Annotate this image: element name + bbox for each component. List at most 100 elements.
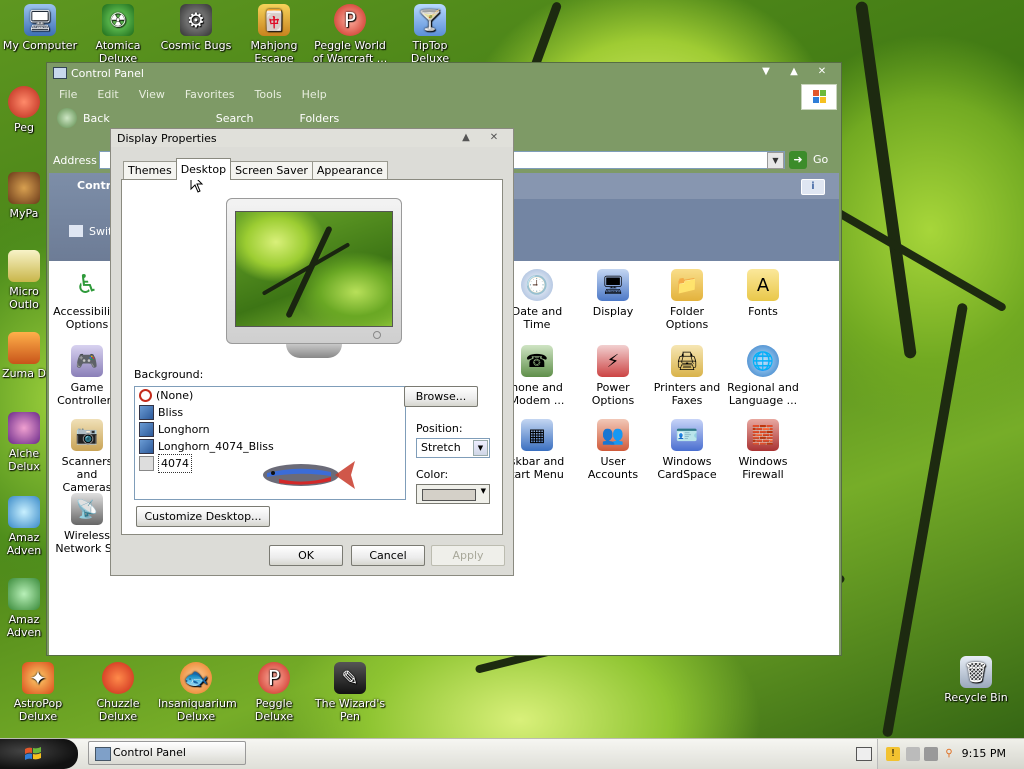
- search-button[interactable]: Search: [216, 112, 254, 125]
- windows-logo: [801, 84, 837, 110]
- firewall-icon: 🧱: [747, 419, 779, 451]
- menu-help[interactable]: Help: [302, 88, 327, 101]
- desktop-icon-label: Amaz Adven: [6, 613, 42, 639]
- browse-button[interactable]: Browse...: [404, 386, 478, 407]
- desktop-icon-astropop[interactable]: ✦ AstroPop Deluxe: [0, 662, 76, 723]
- control-panel-titlebar[interactable]: Control Panel: [47, 63, 841, 83]
- switch-view-icon: [69, 225, 83, 237]
- tab-screen-saver[interactable]: Screen Saver: [230, 161, 313, 180]
- cp-item-label: skbar and tart Menu: [509, 455, 565, 481]
- go-arrow-icon[interactable]: ➜: [789, 151, 807, 169]
- desktop-icon-tiptop[interactable]: 🍸 TipTop Deluxe: [392, 4, 468, 65]
- desktop-icon-my-computer[interactable]: 🖥 My Computer: [2, 4, 78, 52]
- desktop-icon-wizards-pen[interactable]: ✎ The Wizard's Pen: [312, 662, 388, 723]
- switch-view-link[interactable]: Swit: [89, 225, 112, 238]
- position-label: Position:: [416, 422, 463, 435]
- amaze-icon: [8, 578, 40, 610]
- keyboard-icon[interactable]: [856, 747, 872, 761]
- accessibility-icon: ♿: [75, 269, 99, 300]
- menu-view[interactable]: View: [139, 88, 165, 101]
- cp-item-cardspace[interactable]: 🪪 Windows CardSpace: [651, 419, 723, 481]
- desktop-icon-label: The Wizard's Pen: [314, 697, 386, 723]
- desktop-icon-insaniquarium[interactable]: 🐟 Insaniquarium Deluxe: [158, 662, 237, 723]
- cp-item-regional[interactable]: 🌐 Regional and Language ...: [727, 345, 799, 407]
- preview-branch: [285, 225, 333, 319]
- desktop-icon-chuzzle[interactable]: Chuzzle Deluxe: [80, 662, 156, 723]
- color-label: Color:: [416, 468, 449, 481]
- address-dropdown-icon[interactable]: ▼: [767, 152, 784, 169]
- menu-edit[interactable]: Edit: [97, 88, 118, 101]
- tab-themes[interactable]: Themes: [123, 161, 177, 180]
- start-button[interactable]: [0, 739, 78, 769]
- wallpaper-branch: [855, 0, 917, 360]
- go-button[interactable]: Go: [813, 153, 828, 166]
- display-properties-dialog: Display Properties ▲ ✕ Themes Desktop Sc…: [110, 128, 514, 576]
- network-icon[interactable]: [906, 747, 920, 761]
- chuzzle-icon: [102, 662, 134, 694]
- cp-item-power-options[interactable]: ⚡ Power Options: [577, 345, 649, 407]
- tab-desktop[interactable]: Desktop: [175, 158, 232, 180]
- cp-item-display[interactable]: 🖥 Display: [577, 269, 649, 318]
- taskbar-item-control-panel[interactable]: Control Panel: [88, 741, 246, 765]
- window-title: Control Panel: [71, 66, 144, 80]
- minimize-button[interactable]: ▼: [753, 65, 779, 79]
- cancel-button[interactable]: Cancel: [351, 545, 425, 566]
- background-list[interactable]: (None) Bliss Longhorn Longhorn_4074_Blis…: [134, 386, 406, 500]
- power-icon: ⚡: [597, 345, 629, 377]
- side-panel-title: Contr: [77, 179, 112, 192]
- control-panel-icon: [95, 747, 111, 761]
- volume-icon[interactable]: [924, 747, 938, 761]
- menu-favorites[interactable]: Favorites: [185, 88, 235, 101]
- cp-item-printers[interactable]: 🖨 Printers and Faxes: [651, 345, 723, 407]
- list-item[interactable]: (None): [135, 387, 405, 404]
- maximize-button[interactable]: ▲: [781, 65, 807, 79]
- info-icon[interactable]: i: [801, 179, 825, 195]
- desktop-icon-peggle-wow[interactable]: P Peggle World of Warcraft ...: [312, 4, 388, 65]
- dialog-titlebar[interactable]: Display Properties ▲ ✕: [111, 129, 513, 147]
- menu-file[interactable]: File: [59, 88, 77, 101]
- search-icon[interactable]: ⚲: [942, 747, 956, 761]
- help-button[interactable]: ▲: [453, 131, 479, 144]
- side-panel: Contr Swit: [49, 173, 113, 261]
- cp-item-label: Windows CardSpace: [657, 455, 717, 481]
- folders-button[interactable]: Folders: [300, 112, 340, 125]
- list-item[interactable]: Longhorn: [135, 421, 405, 438]
- color-picker-button[interactable]: ▼: [416, 484, 490, 504]
- list-item[interactable]: Bliss: [135, 404, 405, 421]
- back-arrow-icon[interactable]: [57, 108, 77, 128]
- desktop-icon-atomica[interactable]: ☢ Atomica Deluxe: [80, 4, 156, 65]
- ok-button[interactable]: OK: [269, 545, 343, 566]
- list-item[interactable]: Longhorn_4074_Bliss: [135, 438, 405, 455]
- close-button[interactable]: ✕: [809, 65, 835, 79]
- display-icon: 🖥: [597, 269, 629, 301]
- position-select[interactable]: Stretch ▼: [416, 438, 490, 458]
- cp-item-fonts[interactable]: A Fonts: [727, 269, 799, 318]
- customize-desktop-button[interactable]: Customize Desktop...: [136, 506, 270, 527]
- wizard-icon: ✎: [334, 662, 366, 694]
- mahjong-icon: 🀄: [258, 4, 290, 36]
- monitor-preview: [226, 198, 402, 344]
- apply-button[interactable]: Apply: [431, 545, 505, 566]
- list-item-label: Longhorn: [158, 423, 210, 436]
- phone-icon: ☎: [521, 345, 553, 377]
- desktop-tab-panel: Background: (None) Bliss Longhorn Longho…: [121, 179, 503, 535]
- cp-item-folder-options[interactable]: 📁 Folder Options: [651, 269, 723, 331]
- desktop-icon-label: Peggle Deluxe: [254, 697, 294, 723]
- wallpaper-preview: [235, 211, 393, 327]
- close-button[interactable]: ✕: [481, 131, 507, 144]
- desktop-icon-label: Alche Delux: [8, 447, 40, 473]
- address-label: Address: [53, 153, 97, 167]
- peggle-icon: [8, 86, 40, 118]
- menu-tools[interactable]: Tools: [255, 88, 282, 101]
- clock[interactable]: 9:15 PM: [962, 747, 1006, 760]
- tab-appearance[interactable]: Appearance: [311, 161, 388, 180]
- shield-icon[interactable]: !: [886, 747, 900, 761]
- desktop-icon-recycle-bin[interactable]: 🗑 Recycle Bin: [938, 656, 1014, 704]
- back-button[interactable]: Back: [83, 112, 110, 125]
- image-file-icon: [139, 422, 154, 437]
- desktop-icon-peggle[interactable]: P Peggle Deluxe: [236, 662, 312, 723]
- cp-item-user-accounts[interactable]: 👥 User Accounts: [577, 419, 649, 481]
- chevron-down-icon[interactable]: ▼: [473, 440, 488, 456]
- desktop-icon-cosmic-bugs[interactable]: ⚙ Cosmic Bugs: [158, 4, 234, 52]
- cp-item-firewall[interactable]: 🧱 Windows Firewall: [727, 419, 799, 481]
